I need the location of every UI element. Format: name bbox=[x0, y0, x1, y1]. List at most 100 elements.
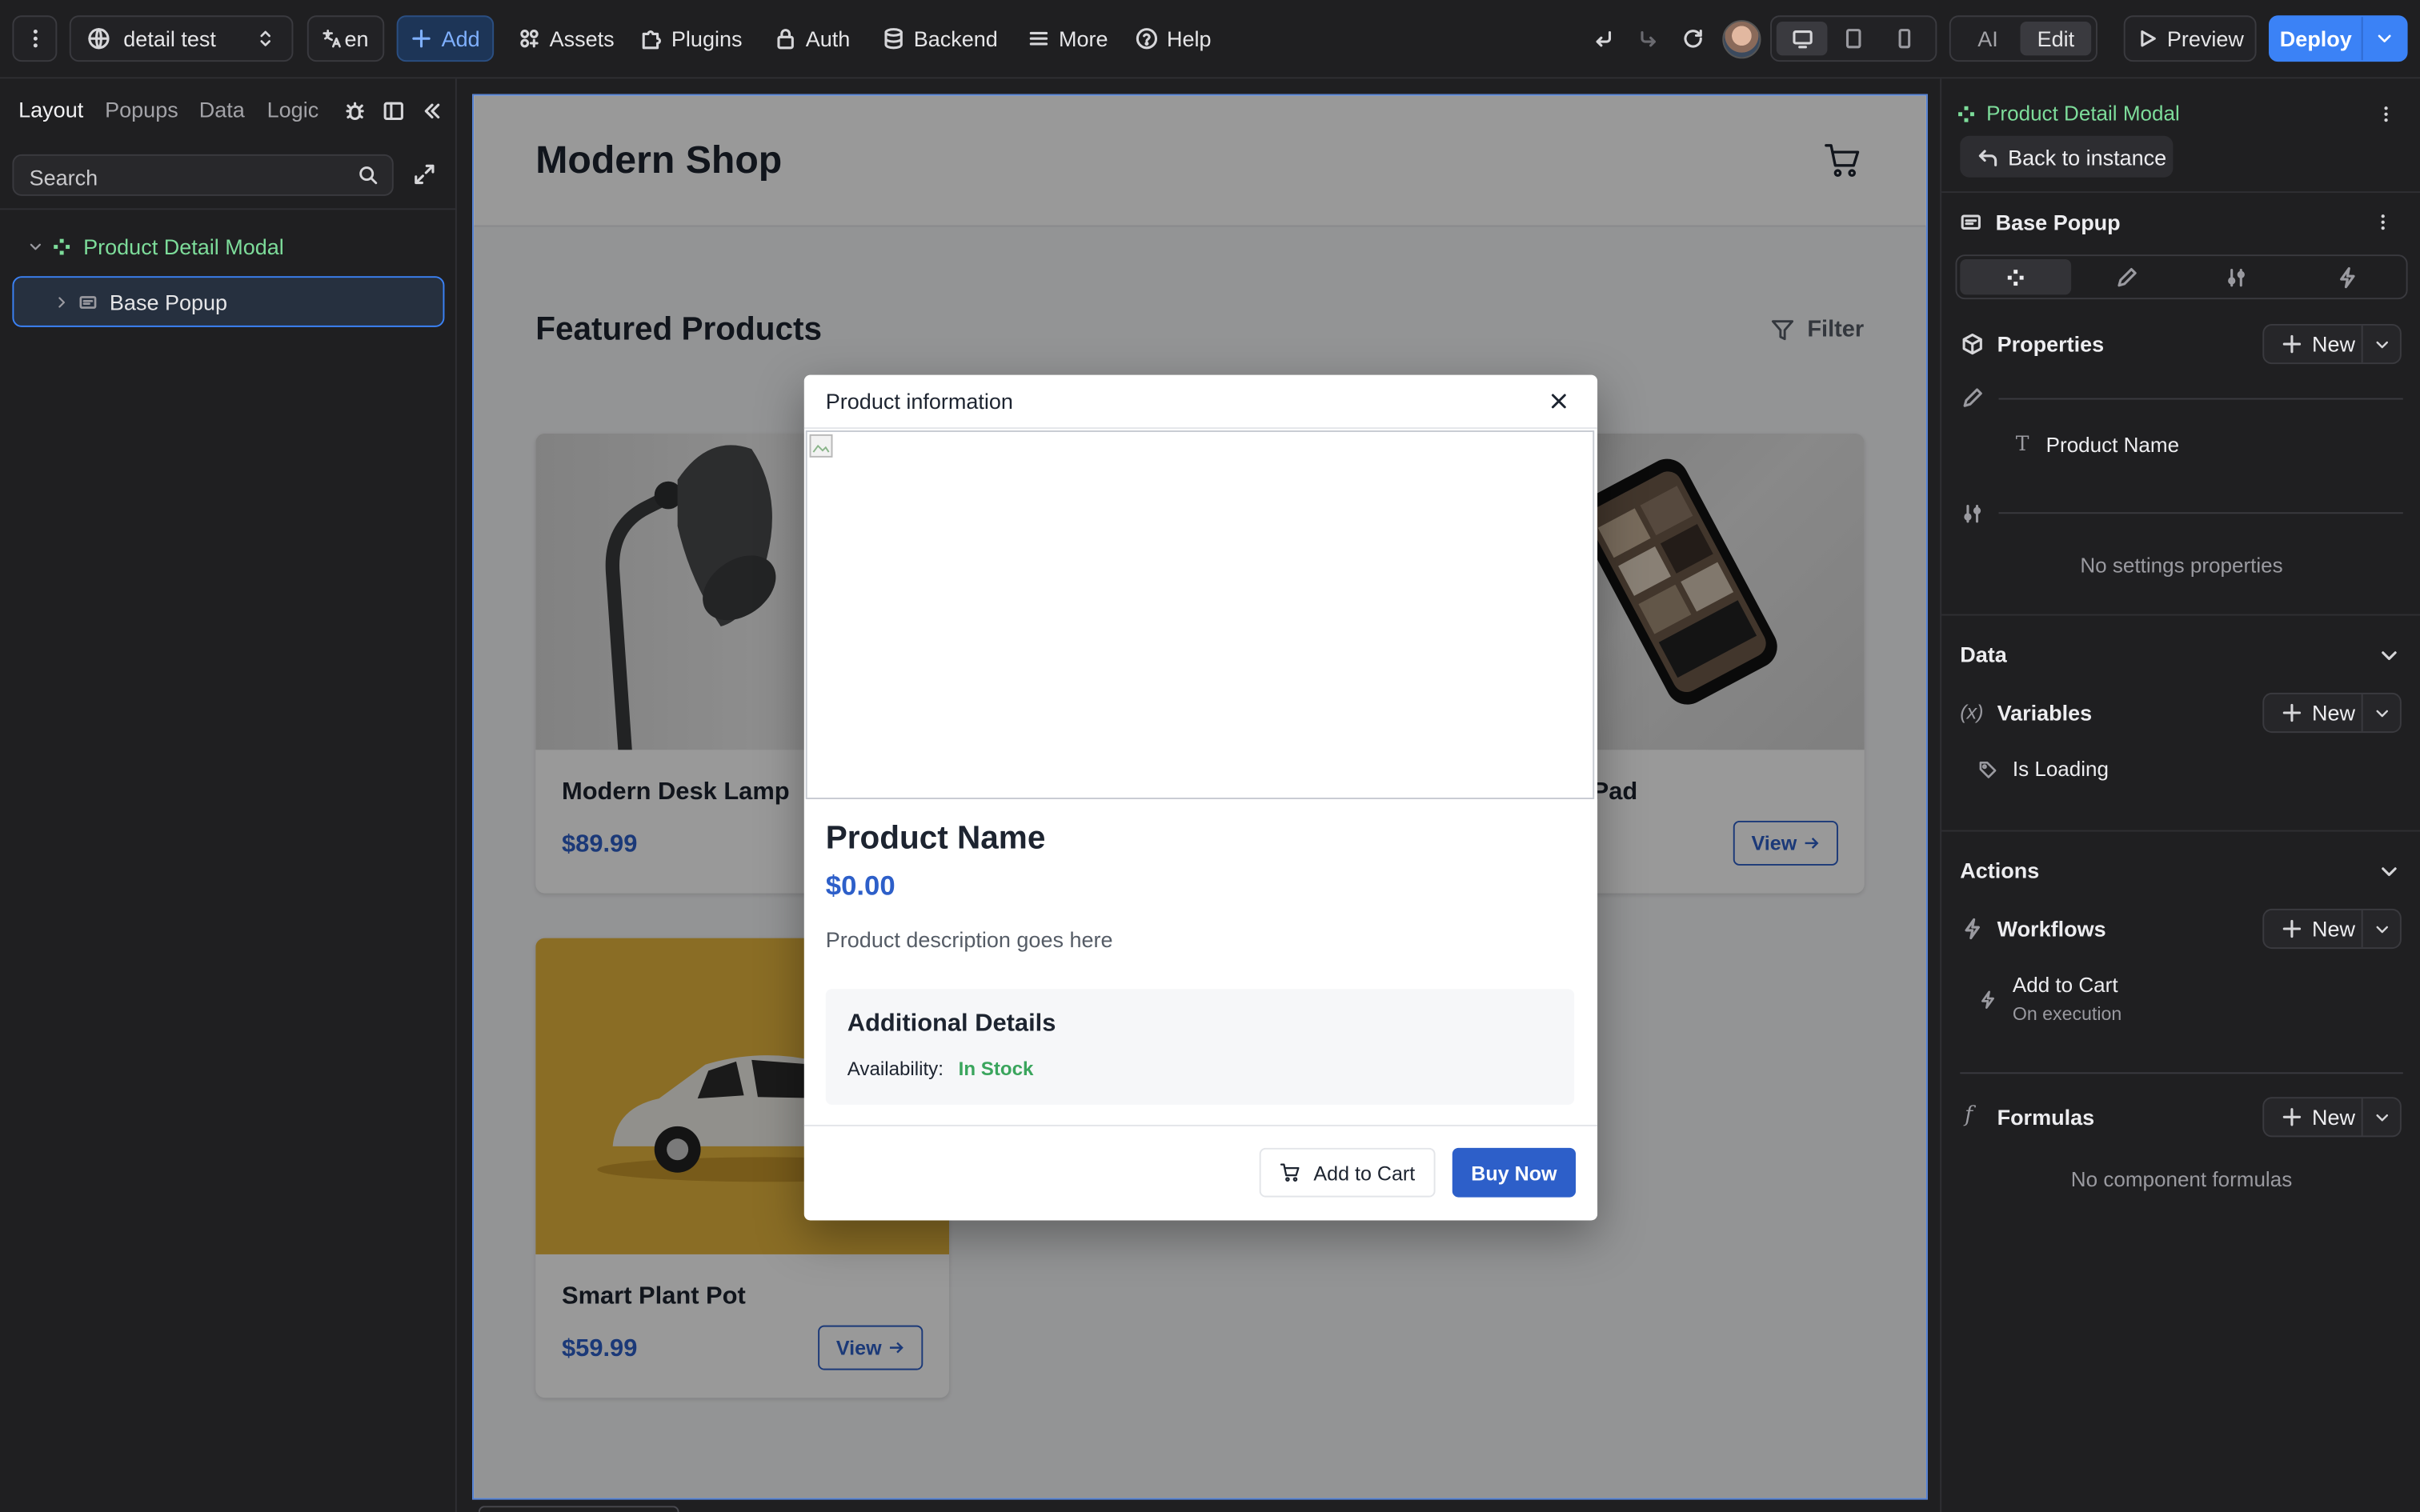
tab-logic[interactable]: Logic bbox=[267, 97, 319, 122]
divider bbox=[0, 208, 457, 210]
language-button[interactable]: en bbox=[307, 15, 385, 62]
component-icon bbox=[2007, 269, 2024, 286]
availability-label: Availability: bbox=[847, 1058, 944, 1080]
deploy-options-button[interactable] bbox=[2363, 30, 2406, 48]
assets-menu[interactable]: Assets bbox=[519, 15, 615, 62]
buy-now-label: Buy Now bbox=[1471, 1161, 1557, 1185]
divider bbox=[1998, 512, 2403, 514]
mode-switcher: AI Edit bbox=[1949, 15, 2097, 62]
tab-popups[interactable]: Popups bbox=[105, 97, 178, 122]
chevron-down-icon bbox=[2375, 709, 2388, 717]
deploy-button[interactable]: Deploy bbox=[2270, 17, 2363, 61]
edit-mode-button[interactable]: Edit bbox=[2020, 21, 2092, 56]
component-icon bbox=[1958, 105, 1974, 122]
assets-icon bbox=[520, 30, 539, 48]
variable-item-is-loading[interactable]: Is Loading bbox=[1978, 758, 2109, 781]
tab-layout[interactable]: Layout bbox=[18, 97, 83, 122]
help-menu[interactable]: Help bbox=[1136, 15, 1212, 62]
add-button[interactable]: Add bbox=[396, 15, 495, 62]
chevron-updown-icon bbox=[260, 30, 270, 46]
deploy-label: Deploy bbox=[2279, 26, 2352, 51]
divider bbox=[1960, 1072, 2403, 1074]
formulas-title: Formulas bbox=[1997, 1104, 2095, 1130]
buy-now-button[interactable]: Buy Now bbox=[1452, 1147, 1577, 1198]
vertical-dots-icon[interactable] bbox=[2374, 213, 2392, 231]
tab-style[interactable] bbox=[2071, 259, 2182, 294]
backend-menu[interactable]: Backend bbox=[883, 15, 998, 62]
database-icon bbox=[884, 28, 903, 50]
back-to-instance-button[interactable]: Back to instance bbox=[1960, 135, 2174, 178]
auth-menu[interactable]: Auth bbox=[775, 15, 850, 62]
refresh-icon[interactable] bbox=[1682, 28, 1704, 50]
project-name: detail test bbox=[123, 26, 216, 51]
device-switcher bbox=[1770, 15, 1937, 62]
new-formula-button[interactable]: New bbox=[2262, 1097, 2402, 1138]
text-type-icon: T bbox=[2015, 433, 2029, 457]
backend-label: Backend bbox=[913, 26, 998, 51]
hamburger-icon bbox=[1029, 31, 1048, 46]
plus-icon bbox=[2282, 1108, 2302, 1126]
add-to-cart-button[interactable]: Add to Cart bbox=[1259, 1147, 1436, 1198]
expand-icon[interactable] bbox=[414, 163, 435, 185]
variable-item-label: Is Loading bbox=[2012, 757, 2109, 781]
tree-item-product-detail-modal[interactable]: Product Detail Modal bbox=[28, 234, 284, 259]
tab-workflows[interactable] bbox=[2292, 259, 2402, 294]
collapse-left-icon[interactable] bbox=[421, 100, 443, 122]
top-toolbar: detail test en Add Assets Plugins Auth B… bbox=[0, 0, 2420, 79]
variables-title: Variables bbox=[1997, 700, 2093, 726]
details-title: Additional Details bbox=[847, 1010, 1056, 1037]
undo-icon[interactable] bbox=[1593, 28, 1614, 50]
bug-icon[interactable] bbox=[344, 100, 366, 122]
tree-child-label: Base Popup bbox=[109, 289, 228, 314]
divider bbox=[1941, 830, 2420, 832]
new-variable-button[interactable]: New bbox=[2262, 692, 2402, 734]
new-label: New bbox=[2311, 916, 2356, 942]
vertical-dots-icon[interactable] bbox=[2377, 105, 2395, 123]
layer-search-input[interactable]: Search bbox=[12, 154, 394, 196]
canvas-bottom-tab[interactable] bbox=[478, 1506, 679, 1512]
plugins-label: Plugins bbox=[671, 26, 743, 51]
panel-toggle-icon[interactable] bbox=[383, 100, 404, 122]
plus-icon bbox=[2282, 703, 2302, 722]
tab-data[interactable]: Data bbox=[199, 97, 245, 122]
tab-properties[interactable] bbox=[1960, 258, 2071, 295]
tree-item-base-popup[interactable]: Base Popup bbox=[12, 276, 445, 327]
cart-icon bbox=[1280, 1163, 1300, 1182]
chevron-down-icon[interactable] bbox=[2378, 645, 2400, 666]
language-code: en bbox=[344, 26, 369, 51]
new-workflow-button[interactable]: New bbox=[2262, 908, 2402, 950]
broken-image-icon bbox=[809, 434, 833, 458]
tab-settings[interactable] bbox=[2182, 259, 2292, 294]
project-selector[interactable]: detail test bbox=[69, 15, 294, 62]
inspector-tabs bbox=[1955, 254, 2408, 300]
redo-icon[interactable] bbox=[1637, 28, 1659, 50]
property-item-product-name[interactable]: T Product Name bbox=[2016, 434, 2179, 457]
modal-product-description: Product description goes here bbox=[825, 927, 1113, 952]
plus-icon bbox=[2282, 919, 2302, 938]
chevron-down-icon[interactable] bbox=[2378, 861, 2400, 882]
edit-label: Edit bbox=[2037, 26, 2075, 51]
ai-mode-button[interactable]: AI bbox=[1955, 22, 2020, 55]
property-item-label: Product Name bbox=[2045, 433, 2180, 457]
bolt-icon bbox=[1981, 990, 1994, 1009]
mobile-view-button[interactable] bbox=[1879, 22, 1930, 55]
tablet-view-button[interactable] bbox=[1828, 22, 1879, 55]
close-icon[interactable] bbox=[1549, 392, 1568, 410]
workflow-item-add-to-cart[interactable]: Add to Cart On execution bbox=[1978, 974, 2379, 1029]
user-avatar[interactable] bbox=[1722, 20, 1761, 59]
modal-header: Product information bbox=[803, 375, 1598, 430]
preview-button[interactable]: Preview bbox=[2123, 15, 2257, 62]
plugins-menu[interactable]: Plugins bbox=[640, 15, 742, 62]
ai-label: AI bbox=[1977, 26, 1998, 51]
more-menu[interactable]: More bbox=[1028, 15, 1108, 62]
product-image-placeholder bbox=[805, 430, 1595, 799]
workflow-trigger: On execution bbox=[2012, 1002, 2122, 1025]
workflows-title: Workflows bbox=[1997, 916, 2106, 942]
auth-label: Auth bbox=[805, 26, 851, 51]
search-icon bbox=[359, 166, 378, 185]
main-menu-button[interactable] bbox=[12, 15, 58, 62]
design-canvas: Modern Shop Featured Products Filter Mod… bbox=[472, 94, 1928, 1500]
desktop-view-button[interactable] bbox=[1776, 21, 1829, 56]
new-property-button[interactable]: New bbox=[2262, 323, 2402, 365]
pencil-icon bbox=[1963, 388, 1982, 407]
